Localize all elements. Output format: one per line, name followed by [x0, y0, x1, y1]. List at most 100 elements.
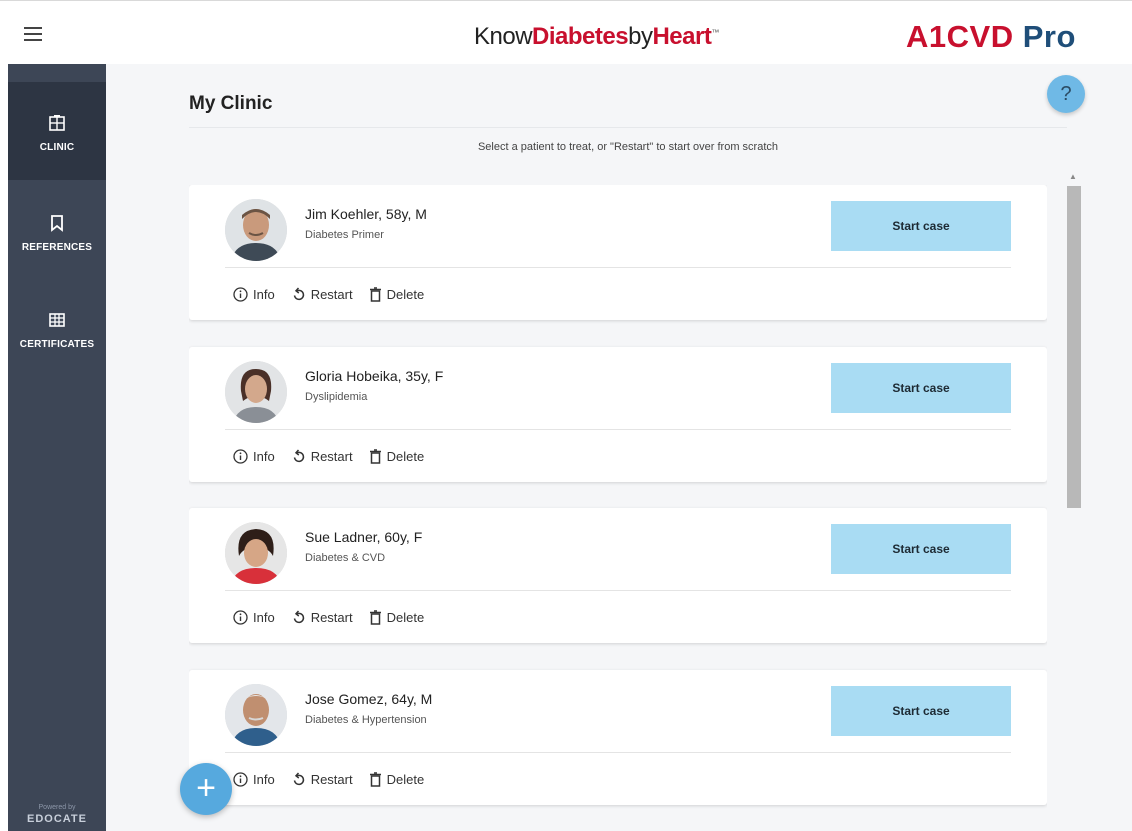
bookmark-icon [51, 215, 63, 232]
patient-list: Jim Koehler, 58y, M Diabetes Primer Star… [189, 185, 1047, 831]
help-button[interactable]: ? [1047, 75, 1085, 113]
delete-label: Delete [386, 286, 425, 302]
sidebar-item-label: CLINIC [39, 142, 75, 153]
info-label: Info [253, 448, 275, 464]
sidebar-item-certificates[interactable]: CERTIFICATES [8, 278, 106, 376]
scrollbar[interactable]: ▲ [1064, 172, 1082, 831]
help-icon: ? [1060, 83, 1072, 105]
restart-button[interactable]: Restart [291, 287, 353, 302]
powered-by-label: Powered by [38, 804, 76, 811]
scroll-up-arrow-icon[interactable]: ▲ [1064, 172, 1082, 182]
main-content: My Clinic ? Select a patient to treat, o… [106, 64, 1132, 831]
divider [189, 127, 1067, 128]
restart-button[interactable]: Restart [291, 449, 353, 464]
card-actions: Info Restart Delete [233, 770, 440, 788]
info-button[interactable]: Info [233, 449, 275, 464]
start-case-button[interactable]: Start case [831, 363, 1011, 413]
delete-button[interactable]: Delete [369, 448, 425, 464]
certificate-icon [49, 313, 65, 327]
edocate-logo: EDOCATE [27, 813, 87, 825]
scrollbar-thumb[interactable] [1067, 186, 1081, 508]
divider [225, 590, 1011, 591]
trash-icon [369, 448, 381, 464]
product-title-a1cvd: A1CVD [906, 19, 1014, 54]
logo-text-heart: Heart [652, 23, 712, 50]
start-case-button[interactable]: Start case [831, 686, 1011, 736]
restart-button[interactable]: Restart [291, 610, 353, 625]
card-actions: Info Restart Delete [233, 608, 440, 626]
sidebar-item-clinic[interactable]: CLINIC [8, 82, 106, 180]
info-button[interactable]: Info [233, 287, 275, 302]
logo-text-by: by [628, 23, 653, 50]
restart-icon [293, 449, 304, 462]
top-bar: KnowDiabetesbyHeart™ A1CVD Pro [0, 0, 1132, 64]
patient-topic: Dyslipidemia [305, 391, 368, 403]
delete-label: Delete [386, 609, 425, 625]
patient-avatar [225, 361, 287, 423]
info-icon [233, 771, 248, 787]
delete-label: Delete [386, 448, 425, 464]
delete-button[interactable]: Delete [369, 286, 425, 302]
hamburger-menu-icon[interactable] [24, 27, 42, 41]
divider [225, 429, 1011, 430]
divider [225, 267, 1011, 268]
patient-card: Sue Ladner, 60y, F Diabetes & CVD Start … [189, 508, 1047, 643]
restart-icon [293, 610, 304, 623]
restart-label: Restart [310, 286, 353, 302]
patient-name: Jim Koehler, 58y, M [305, 206, 427, 222]
know-diabetes-by-heart-logo: KnowDiabetesbyHeart™ [474, 23, 719, 51]
trash-icon [369, 286, 381, 302]
delete-button[interactable]: Delete [369, 771, 425, 787]
restart-label: Restart [310, 609, 353, 625]
instructions-text: Select a patient to treat, or "Restart" … [477, 141, 779, 153]
restart-label: Restart [310, 771, 353, 787]
patient-avatar [225, 522, 287, 584]
logo-trademark: ™ [711, 28, 719, 37]
delete-button[interactable]: Delete [369, 609, 425, 625]
divider [225, 752, 1011, 753]
patient-topic: Diabetes Primer [305, 229, 384, 241]
page-title: My Clinic [189, 93, 273, 114]
sidebar-item-references[interactable]: REFERENCES [8, 180, 106, 278]
info-button[interactable]: Info [233, 772, 275, 787]
patient-name: Sue Ladner, 60y, F [305, 529, 423, 545]
info-label: Info [253, 609, 275, 625]
card-actions: Info Restart Delete [233, 447, 440, 465]
clinic-icon [49, 115, 65, 131]
plus-icon: + [196, 769, 216, 807]
patient-name: Gloria Hobeika, 35y, F [305, 368, 444, 384]
product-title: A1CVD Pro [906, 19, 1076, 55]
start-case-button[interactable]: Start case [831, 201, 1011, 251]
restart-button[interactable]: Restart [291, 772, 353, 787]
info-icon [233, 286, 248, 302]
restart-label: Restart [310, 448, 353, 464]
patient-card: Jim Koehler, 58y, M Diabetes Primer Star… [189, 185, 1047, 320]
patient-card: Gloria Hobeika, 35y, F Dyslipidemia Star… [189, 347, 1047, 482]
delete-label: Delete [386, 771, 425, 787]
patient-avatar [225, 199, 287, 261]
trash-icon [369, 771, 381, 787]
sidebar-item-label: CERTIFICATES [19, 339, 95, 350]
patient-topic: Diabetes & CVD [305, 552, 386, 564]
info-button[interactable]: Info [233, 610, 275, 625]
patient-card: Jose Gomez, 64y, M Diabetes & Hypertensi… [189, 670, 1047, 805]
sidebar-item-label: REFERENCES [21, 242, 93, 253]
logo-text-know: Know [474, 23, 533, 50]
card-actions: Info Restart Delete [233, 285, 440, 303]
restart-icon [293, 287, 304, 300]
info-icon [233, 609, 248, 625]
info-label: Info [253, 286, 275, 302]
add-patient-button[interactable]: + [180, 763, 232, 815]
trash-icon [369, 609, 381, 625]
info-icon [233, 448, 248, 464]
sidebar: CLINIC REFERENCES CERTIFICATES Powered b… [8, 64, 106, 831]
powered-by-edocate: Powered by EDOCATE [8, 804, 106, 825]
restart-icon [293, 772, 304, 785]
product-title-pro: Pro [1022, 19, 1076, 54]
patient-name: Jose Gomez, 64y, M [305, 691, 433, 707]
start-case-button[interactable]: Start case [831, 524, 1011, 574]
info-label: Info [253, 771, 275, 787]
patient-topic: Diabetes & Hypertension [305, 714, 427, 726]
logo-text-diabetes: Diabetes [532, 23, 629, 50]
patient-avatar [225, 684, 287, 746]
